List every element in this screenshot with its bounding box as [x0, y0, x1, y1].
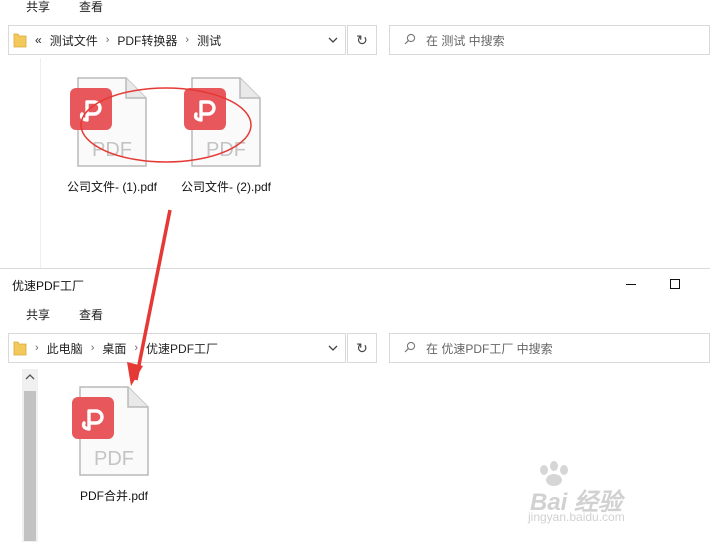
- file-item[interactable]: PDF PDF合并.pdf: [64, 385, 164, 503]
- pdf-file-icon: PDF: [70, 77, 147, 167]
- breadcrumb-item-pdf-converter[interactable]: PDF转换器: [117, 32, 177, 49]
- search-input[interactable]: 在 优速PDF工厂 中搜索: [389, 333, 710, 363]
- breadcrumb: « 测试文件 › PDF转换器 › 测试: [35, 32, 221, 49]
- file-name: PDF合并.pdf: [79, 489, 149, 503]
- folder-icon: [13, 32, 27, 48]
- maximize-icon: [670, 279, 680, 289]
- scrollbar-thumb[interactable]: [24, 391, 36, 541]
- breadcrumb-item-this-pc[interactable]: 此电脑: [47, 340, 83, 357]
- nav-pane-scrollbar[interactable]: [22, 369, 38, 542]
- chevron-right-icon: ›: [134, 342, 139, 354]
- chevron-right-icon: ›: [105, 34, 110, 46]
- search-placeholder: 在 测试 中搜索: [426, 33, 505, 48]
- refresh-button[interactable]: ↻: [347, 333, 377, 363]
- minimize-icon: [626, 284, 636, 285]
- file-name: 公司文件- (2).pdf: [180, 180, 271, 194]
- window-title: 优速PDF工厂: [12, 279, 85, 293]
- svg-text:PDF: PDF: [94, 448, 134, 470]
- svg-text:PDF: PDF: [92, 139, 132, 161]
- pdf-file-icon: PDF: [184, 77, 261, 167]
- search-icon: [404, 33, 416, 48]
- chevron-down-icon[interactable]: [321, 26, 345, 54]
- pdf-file-icon: PDF: [72, 386, 149, 476]
- chevron-right-icon: ›: [185, 34, 190, 46]
- chevron-down-icon[interactable]: [321, 334, 345, 362]
- file-name: 公司文件- (1).pdf: [66, 180, 157, 194]
- folder-icon: [13, 340, 27, 356]
- breadcrumb-item-test[interactable]: 测试: [197, 32, 221, 49]
- baidu-watermark: Bai 经验 jingyan.baidu.com: [522, 458, 672, 524]
- breadcrumb: › 此电脑 › 桌面 › 优速PDF工厂: [35, 340, 218, 357]
- maximize-button[interactable]: [658, 269, 692, 299]
- chevron-right-icon: ›: [35, 342, 39, 354]
- ribbon-tab-view[interactable]: 查看: [79, 0, 103, 15]
- search-icon: [404, 341, 416, 356]
- breadcrumb-item-test-files[interactable]: 测试文件: [50, 32, 98, 49]
- ribbon-tab-share[interactable]: 共享: [26, 306, 50, 323]
- breadcrumb-item-desktop[interactable]: 桌面: [102, 340, 126, 357]
- minimize-button[interactable]: [614, 269, 648, 299]
- ribbon-tab-view[interactable]: 查看: [79, 306, 103, 323]
- search-input[interactable]: 在 测试 中搜索: [389, 25, 710, 55]
- file-item[interactable]: PDF 公司文件- (2).pdf: [176, 76, 276, 194]
- navigation-pane[interactable]: [0, 58, 41, 268]
- top-explorer-window: 共享 查看 « 测试文件 › PDF转换器 › 测试 ↻ 在 测试 中搜索 PD…: [0, 0, 710, 268]
- svg-text:PDF: PDF: [206, 139, 246, 161]
- address-bar[interactable]: « 测试文件 › PDF转换器 › 测试: [8, 25, 346, 55]
- watermark-url: jingyan.baidu.com: [528, 510, 625, 524]
- search-placeholder: 在 优速PDF工厂 中搜索: [426, 341, 553, 356]
- chevron-right-icon: ›: [90, 342, 95, 354]
- breadcrumb-overflow[interactable]: «: [35, 33, 42, 47]
- scroll-up-icon[interactable]: [22, 369, 38, 385]
- ribbon-tab-share[interactable]: 共享: [26, 0, 50, 15]
- refresh-button[interactable]: ↻: [347, 25, 377, 55]
- address-bar[interactable]: › 此电脑 › 桌面 › 优速PDF工厂: [8, 333, 346, 363]
- breadcrumb-item-pdf-factory[interactable]: 优速PDF工厂: [146, 340, 218, 357]
- refresh-icon: ↻: [356, 31, 368, 48]
- file-item[interactable]: PDF 公司文件- (1).pdf: [62, 76, 162, 194]
- refresh-icon: ↻: [356, 339, 368, 356]
